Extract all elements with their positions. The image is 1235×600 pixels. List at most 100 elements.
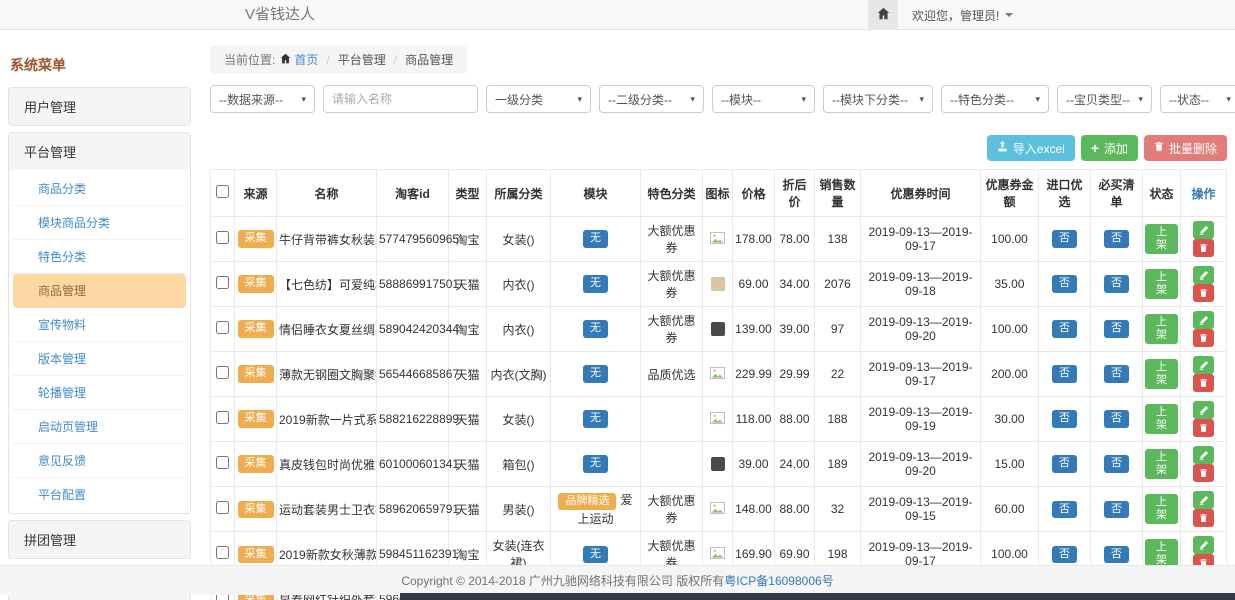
filter-select-module-subcategory[interactable]: --模块下分类--▾ (823, 85, 933, 113)
module-badge: 品牌精选 (558, 493, 616, 510)
row-checkbox[interactable] (216, 411, 229, 424)
filter-select-feature-category[interactable]: --特色分类--▾ (941, 85, 1049, 113)
status-badge[interactable]: 上架 (1145, 269, 1178, 299)
sidebar-item-module-goods-category[interactable]: 模块商品分类 (13, 206, 186, 240)
filter-select-module[interactable]: --模块--▾ (712, 85, 815, 113)
sidebar-item-goods-category[interactable]: 商品分类 (13, 172, 186, 206)
filter-select-status[interactable]: --状态--▾ (1160, 85, 1235, 113)
sidebar-item-platform-config[interactable]: 平台配置 (13, 478, 186, 511)
must-buy-badge[interactable]: 否 (1104, 320, 1129, 337)
delete-button[interactable] (1193, 509, 1214, 527)
sidebar-section-group-buy-management[interactable]: 拼团管理 (9, 521, 190, 558)
coupon-time: 2019-09-13—2019-09-20 (861, 307, 981, 352)
imported-badge[interactable]: 否 (1052, 230, 1077, 247)
product-thumbnail (711, 277, 725, 291)
imported-badge[interactable]: 否 (1052, 455, 1077, 472)
edit-icon (1199, 270, 1209, 280)
icon-cell (703, 352, 733, 397)
must-buy-badge[interactable]: 否 (1104, 501, 1129, 518)
image-placeholder-icon (710, 231, 725, 245)
row-checkbox[interactable] (216, 546, 229, 559)
chevron-down-icon: ▾ (1035, 94, 1040, 105)
edit-button[interactable] (1193, 356, 1214, 374)
status-badge[interactable]: 上架 (1145, 314, 1178, 344)
imported-badge[interactable]: 否 (1052, 275, 1077, 292)
goods-name: 薄款无钢圈文胸聚拢性... (277, 352, 377, 397)
sidebar-item-version-management[interactable]: 版本管理 (13, 342, 186, 376)
delete-button[interactable] (1193, 374, 1214, 392)
imported-badge[interactable]: 否 (1052, 410, 1077, 427)
status-badge[interactable]: 上架 (1145, 404, 1178, 434)
row-checkbox[interactable] (216, 456, 229, 469)
sidebar-item-splash-management[interactable]: 启动页管理 (13, 410, 186, 444)
sidebar-panel-group-buy-management: 拼团管理 (8, 520, 191, 559)
edit-button[interactable] (1193, 401, 1214, 419)
status-badge[interactable]: 上架 (1145, 224, 1178, 254)
sidebar-item-goods-management[interactable]: 商品管理 (13, 274, 186, 308)
icp-link[interactable]: 粤ICP备16098006号 (724, 572, 833, 589)
sidebar-item-feature-category[interactable]: 特色分类 (13, 240, 186, 274)
row-checkbox[interactable] (216, 501, 229, 514)
row-checkbox[interactable] (216, 276, 229, 289)
delete-button[interactable] (1193, 464, 1214, 482)
delete-button[interactable] (1193, 329, 1214, 347)
edit-button[interactable] (1193, 221, 1214, 239)
column-header-9: 折后价 (775, 170, 815, 217)
must-buy-badge[interactable]: 否 (1104, 365, 1129, 382)
must-buy-badge[interactable]: 否 (1104, 410, 1129, 427)
filter-select-data-source[interactable]: --数据来源--▾ (210, 85, 315, 113)
taoke-id: 589042420344 (377, 307, 449, 352)
filter-select-item-type[interactable]: --宝贝类型--▾ (1057, 85, 1152, 113)
sidebar-item-feedback[interactable]: 意见反馈 (13, 444, 186, 478)
edit-icon (1199, 495, 1209, 505)
must-buy-badge[interactable]: 否 (1104, 546, 1129, 563)
imported-badge[interactable]: 否 (1052, 501, 1077, 518)
status-badge[interactable]: 上架 (1145, 494, 1178, 524)
sidebar: 系统菜单 用户管理平台管理商品分类模块商品分类特色分类商品管理宣传物料版本管理轮… (8, 45, 191, 600)
status-badge[interactable]: 上架 (1145, 359, 1178, 389)
batch-delete-button[interactable]: 批量删除 (1144, 135, 1227, 161)
sidebar-item-carousel-management[interactable]: 轮播管理 (13, 376, 186, 410)
filter-select-level1-category[interactable]: 一级分类▾ (486, 85, 591, 113)
module-badge: 无 (583, 546, 608, 563)
delete-button[interactable] (1193, 419, 1214, 437)
edit-button[interactable] (1193, 491, 1214, 509)
sidebar-section-platform-management[interactable]: 平台管理 (9, 133, 190, 170)
edit-button[interactable] (1193, 536, 1214, 554)
home-button[interactable] (868, 0, 898, 30)
imported-badge[interactable]: 否 (1052, 320, 1077, 337)
sidebar-section-user-management[interactable]: 用户管理 (9, 88, 190, 125)
imported-badge[interactable]: 否 (1052, 365, 1077, 382)
delete-button[interactable] (1193, 284, 1214, 302)
table-row: 采集情侣睡衣女夏丝绸男士...589042420344淘宝内衣()无大额优惠券1… (211, 307, 1227, 352)
edit-button[interactable] (1193, 311, 1214, 329)
must-buy-badge[interactable]: 否 (1104, 275, 1129, 292)
edit-icon (1199, 405, 1209, 415)
must-buy-badge[interactable]: 否 (1104, 455, 1129, 472)
row-checkbox[interactable] (216, 366, 229, 379)
sidebar-item-promo-materials[interactable]: 宣传物料 (13, 308, 186, 342)
delete-button[interactable] (1193, 239, 1214, 257)
breadcrumb-item-goods[interactable]: 商品管理 (405, 51, 453, 68)
filter-select-label: --模块下分类-- (832, 91, 908, 108)
goods-category: 内衣() (487, 262, 551, 307)
filter-name-input[interactable] (323, 85, 478, 113)
must-buy-badge[interactable]: 否 (1104, 230, 1129, 247)
breadcrumb-item-platform[interactable]: 平台管理 (338, 51, 386, 68)
breadcrumb-home-link[interactable]: 首页 (280, 51, 318, 68)
row-checkbox[interactable] (216, 321, 229, 334)
filter-select-level2-category[interactable]: --二级分类--▾ (599, 85, 704, 113)
select-all-checkbox[interactable] (216, 185, 229, 198)
edit-button[interactable] (1193, 446, 1214, 464)
goods-category: 内衣(文胸) (487, 352, 551, 397)
status-badge[interactable]: 上架 (1145, 449, 1178, 479)
edit-button[interactable] (1193, 266, 1214, 284)
import-excel-button[interactable]: 导入excel (987, 135, 1075, 161)
goods-name: 牛仔背带裤女秋装减龄... (277, 217, 377, 262)
add-button[interactable]: + 添加 (1081, 135, 1138, 161)
imported-badge[interactable]: 否 (1052, 546, 1077, 563)
user-menu[interactable]: 欢迎您，管理员! (898, 0, 1027, 30)
column-header-3: 类型 (449, 170, 487, 217)
row-checkbox[interactable] (216, 231, 229, 244)
taoke-id: 589620659791 (377, 487, 449, 532)
